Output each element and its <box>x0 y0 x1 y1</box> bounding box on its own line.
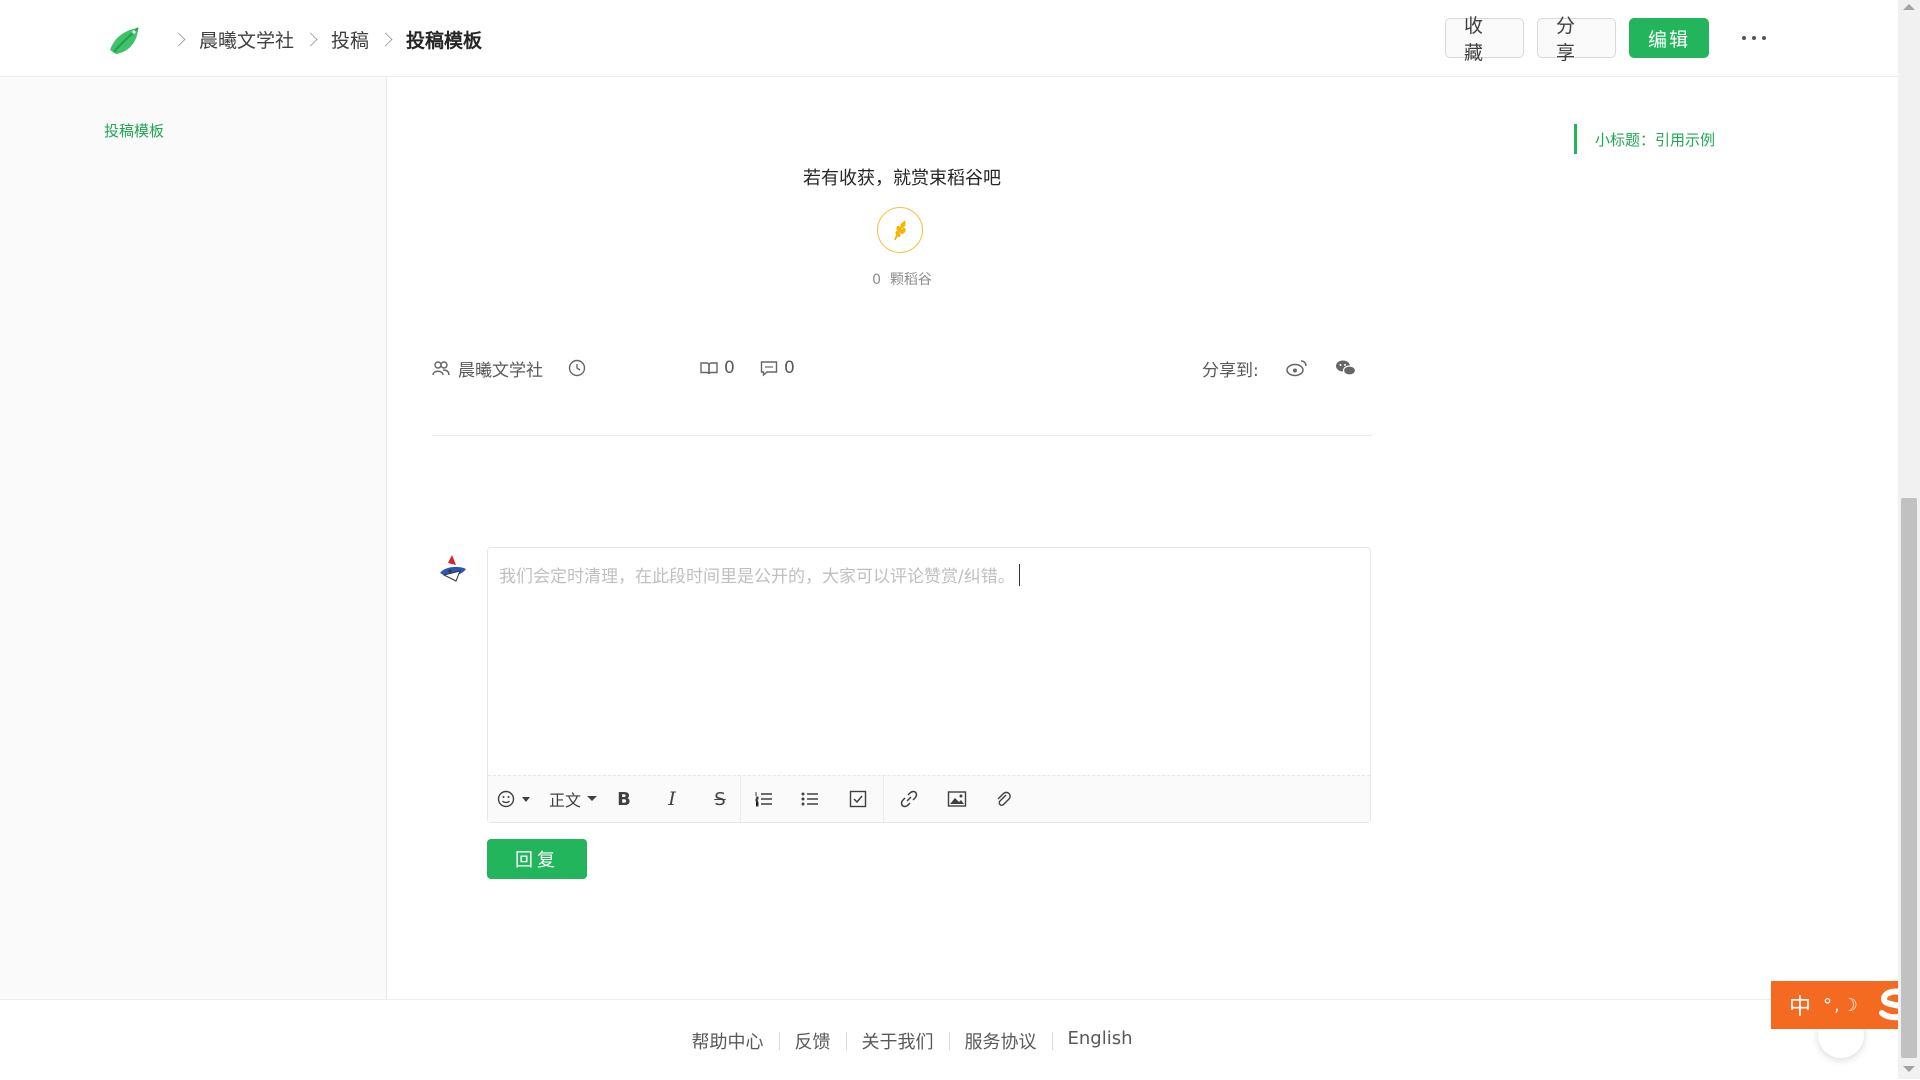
chevron-right-icon <box>378 32 393 46</box>
emoji-icon <box>497 790 530 808</box>
comment-placeholder: 我们会定时清理，在此段时间里是公开的，大家可以评论赞赏/纠错。 <box>499 567 1015 587</box>
comment-editor[interactable]: 我们会定时清理，在此段时间里是公开的，大家可以评论赞赏/纠错。 正文 B I S <box>487 547 1371 823</box>
italic-icon[interactable]: I <box>644 776 700 822</box>
share-button[interactable]: 分享 <box>1537 15 1616 64</box>
footer-divider <box>948 1032 950 1050</box>
author[interactable]: 晨曦文学社 <box>432 353 543 383</box>
read-count: 0 <box>700 353 735 383</box>
favorite-button[interactable]: 收藏 <box>1445 15 1524 64</box>
editor-toolbar: 正文 B I S <box>488 775 1370 822</box>
app-logo-icon[interactable] <box>104 20 144 60</box>
breadcrumb: 晨曦文学社 投稿 投稿模板 <box>162 24 482 54</box>
strikethrough-icon[interactable]: S <box>700 776 740 822</box>
weibo-icon[interactable] <box>1286 353 1308 383</box>
text-caret <box>1018 563 1020 586</box>
read-count-value: 0 <box>724 358 735 378</box>
author-name: 晨曦文学社 <box>458 360 543 381</box>
comment-count[interactable]: 0 <box>760 353 795 383</box>
rice-grain-icon <box>894 220 906 241</box>
toc-item-subtitle[interactable]: 小标题：引用示例 <box>1574 124 1715 154</box>
user-avatar[interactable] <box>434 551 472 589</box>
scroll-down-arrow-icon[interactable] <box>1903 1066 1915 1072</box>
reward-button[interactable] <box>877 207 923 253</box>
group-icon <box>432 361 450 376</box>
divider <box>432 435 1372 436</box>
more-dot-icon <box>1752 36 1756 40</box>
breadcrumb-item-current: 投稿模板 <box>406 29 483 52</box>
reply-button[interactable]: 回复 <box>487 839 587 879</box>
caret-down-icon <box>587 796 597 801</box>
reward-count: 0 颗稻谷 <box>802 269 1002 289</box>
wechat-icon[interactable] <box>1335 353 1357 383</box>
ordered-list-icon[interactable] <box>741 776 787 822</box>
top-bar: 晨曦文学社 投稿 投稿模板 收藏 分享 编辑 <box>0 0 1898 77</box>
bold-icon[interactable]: B <box>604 776 644 822</box>
attachment-icon[interactable] <box>980 776 1026 822</box>
footer-divider <box>778 1032 780 1050</box>
emoji-button[interactable] <box>488 776 544 822</box>
sidebar: 投稿模板 <box>0 77 387 999</box>
checklist-icon[interactable] <box>833 776 883 822</box>
ime-punctuation[interactable]: °,☽ <box>1823 995 1860 1016</box>
footer-link-feedback[interactable]: 反馈 <box>795 1028 831 1054</box>
chevron-right-icon <box>303 32 318 46</box>
more-dot-icon <box>1762 36 1766 40</box>
scrollbar-thumb[interactable] <box>1901 498 1917 1058</box>
footer-link-english[interactable]: English <box>1068 1028 1133 1054</box>
reward-title: 若有收获，就赏束稻谷吧 <box>803 168 1001 189</box>
edit-button[interactable]: 编辑 <box>1629 18 1709 58</box>
book-icon <box>700 362 718 375</box>
top-actions: 收藏 分享 编辑 <box>1445 15 1774 64</box>
footer-links: 帮助中心 反馈 关于我们 服务协议 English <box>0 1028 1824 1054</box>
bullet-list-icon[interactable] <box>787 776 833 822</box>
article-meta: 晨曦文学社 0 0 分享到: <box>432 353 1372 383</box>
footer-link-about[interactable]: 关于我们 <box>862 1028 934 1054</box>
share-label: 分享到: <box>1202 360 1259 381</box>
chevron-right-icon <box>171 32 186 46</box>
page-scrollbar[interactable] <box>1898 0 1920 1079</box>
ime-mode[interactable]: 中 <box>1789 989 1811 1021</box>
comment-input[interactable]: 我们会定时清理，在此段时间里是公开的，大家可以评论赞赏/纠错。 <box>499 562 1020 587</box>
heading-select-value: 正文 <box>548 791 581 810</box>
breadcrumb-item-space[interactable]: 晨曦文学社 <box>199 26 294 53</box>
footer-link-help[interactable]: 帮助中心 <box>692 1028 764 1054</box>
breadcrumb-item-submission[interactable]: 投稿 <box>331 26 369 53</box>
link-icon[interactable] <box>884 776 934 822</box>
comment-icon <box>760 361 778 377</box>
more-options-button[interactable] <box>1734 18 1774 58</box>
footer-divider <box>845 1032 847 1050</box>
footer: 帮助中心 反馈 关于我们 服务协议 English <box>0 999 1898 1080</box>
footer-divider <box>1051 1032 1053 1050</box>
more-dot-icon <box>1742 36 1746 40</box>
clock-icon <box>568 353 586 383</box>
scroll-up-arrow-icon[interactable] <box>1903 4 1915 10</box>
reward-count-unit: 颗稻谷 <box>889 272 932 288</box>
comment-count-value: 0 <box>784 358 795 378</box>
sidebar-item-submission-template[interactable]: 投稿模板 <box>104 120 164 141</box>
heading-select[interactable]: 正文 <box>544 776 604 822</box>
footer-link-terms[interactable]: 服务协议 <box>965 1028 1037 1054</box>
image-icon[interactable] <box>934 776 980 822</box>
reward-count-value: 0 <box>872 272 881 288</box>
